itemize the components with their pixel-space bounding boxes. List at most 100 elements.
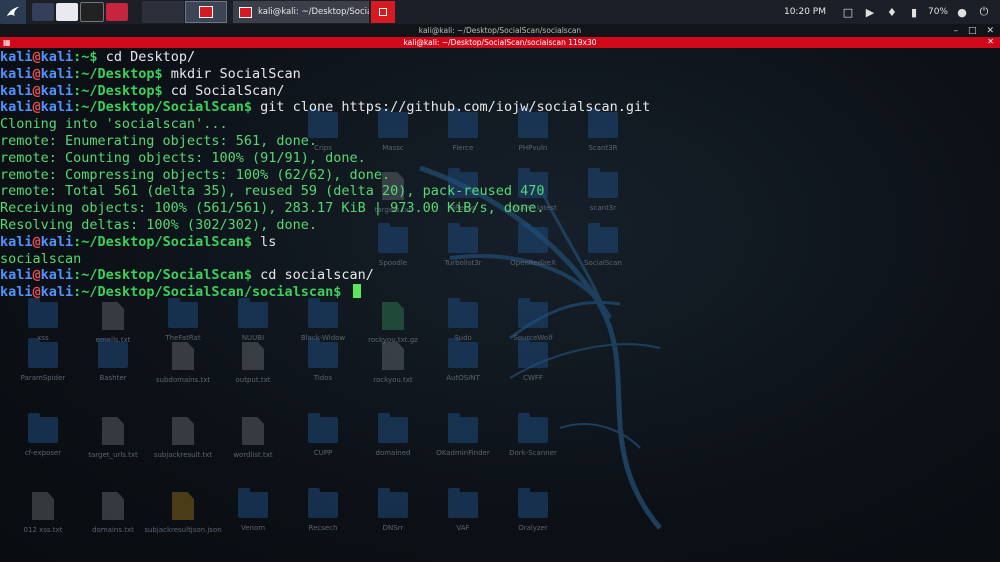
- workspace-2[interactable]: [185, 1, 227, 23]
- desktop-icon[interactable]: 012 xss.txt: [8, 488, 78, 548]
- command-text: mkdir SocialScan: [170, 65, 301, 82]
- terminal-prompt-line: kali@kali:~/Desktop$ mkdir SocialScan: [0, 66, 1000, 83]
- desktop-icon[interactable]: VAF: [428, 488, 498, 548]
- folder-icon: [308, 488, 338, 518]
- workspace-1[interactable]: [142, 1, 184, 23]
- desktop-icon[interactable]: subjackresult.txt: [148, 413, 218, 473]
- prompt-at: @: [32, 267, 41, 284]
- desktop-icon[interactable]: cf-exposer: [8, 413, 78, 473]
- close-icon[interactable]: ✕: [986, 26, 994, 36]
- desktop-icon-label: ParamSpider: [20, 374, 66, 382]
- desktop-icon-label: target_urls.txt: [88, 451, 138, 459]
- desktop-icon[interactable]: Dork-Scanner: [498, 413, 568, 473]
- folder-icon: [28, 298, 58, 328]
- file-icon: [382, 342, 404, 370]
- folder-icon: [518, 338, 548, 368]
- desktop-icon[interactable]: ParamSpider: [8, 338, 78, 398]
- kali-menu-button[interactable]: [0, 0, 26, 24]
- desktop-icon-label: cf-exposer: [24, 449, 62, 457]
- prompt-at: @: [32, 233, 41, 250]
- desktop-icon-label: wordlist.txt: [233, 451, 273, 459]
- taskbar-second-window[interactable]: [371, 1, 395, 23]
- file-icon: [172, 417, 194, 445]
- maximize-icon[interactable]: □: [968, 26, 977, 36]
- battery-icon[interactable]: ▮: [906, 4, 922, 20]
- prompt-host: kali: [40, 233, 74, 250]
- prompt-path: :~/Desktop$: [73, 82, 171, 99]
- prompt-at: @: [32, 65, 41, 82]
- terminal-output[interactable]: kali@kali:~$ cd Desktop/kali@kali:~/Desk…: [0, 49, 1000, 301]
- desktop-icon[interactable]: AutOSINT: [428, 338, 498, 398]
- command-text: cd Desktop/: [105, 49, 196, 65]
- desktop-icon-label: AutOSINT: [446, 374, 480, 382]
- prompt-at: @: [32, 82, 41, 99]
- desktop-icon[interactable]: OKadminFinder: [428, 413, 498, 473]
- prompt-user: kali: [0, 233, 33, 250]
- desktop-icon[interactable]: Venom: [218, 488, 288, 548]
- desktop-icon[interactable]: Bashter: [78, 338, 148, 398]
- desktop-icon-label: CUPP: [313, 449, 333, 457]
- screen-recorder-icon[interactable]: [106, 3, 128, 21]
- lock-icon[interactable]: ●: [954, 4, 970, 20]
- output-text: remote: Total 561 (delta 35), reused 59 …: [0, 183, 545, 200]
- terminal-output-line: Cloning into 'socialscan'...: [0, 116, 1000, 133]
- desktop-icon-label: Tidos: [313, 374, 333, 382]
- terminal-prompt-line: kali@kali:~/Desktop/SocialScan$ ls: [0, 234, 1000, 251]
- desktop-icon-label: subjackresult.txt: [153, 451, 213, 459]
- volume-icon[interactable]: ▶: [862, 4, 878, 20]
- command-text: cd socialscan/: [260, 267, 374, 284]
- desktop-icon-label: DNSrr: [382, 524, 404, 532]
- file-icon: [172, 342, 194, 370]
- top-panel: kali@kali: ~/Desktop/SocialScan 10:20 PM…: [0, 0, 1000, 25]
- notifications-bell-icon[interactable]: □: [840, 4, 856, 20]
- desktop-icon-label: subdomains.txt: [155, 376, 211, 384]
- terminal-output-line: Receiving objects: 100% (561/561), 283.1…: [0, 200, 1000, 217]
- taskbar-terminal-window[interactable]: kali@kali: ~/Desktop/SocialScan: [233, 1, 369, 23]
- desktop-icon[interactable]: Recsech: [288, 488, 358, 548]
- folder-icon: [98, 338, 128, 368]
- workspace-switcher: [142, 1, 227, 23]
- file-icon: [102, 492, 124, 520]
- desktop-icon-label: 012 xss.txt: [23, 526, 63, 534]
- prompt-path: :~$: [73, 49, 106, 65]
- terminal-title-bar[interactable]: kali@kali: ~/Desktop/SocialScan/socialsc…: [0, 24, 1000, 37]
- clock[interactable]: 10:20 PM: [784, 7, 826, 17]
- desktop-icon[interactable]: DNSrr: [358, 488, 428, 548]
- output-text: remote: Enumerating objects: 561, done.: [0, 132, 317, 149]
- desktop-icon-label: Recsech: [308, 524, 338, 532]
- desktop-icon-label: CWFF: [523, 374, 543, 382]
- desktop-icon-label: Bashter: [99, 374, 127, 382]
- prompt-path: :~/Desktop/SocialScan$: [73, 99, 261, 116]
- terminal-prompt-line: kali@kali:~/Desktop/SocialScan/socialsca…: [0, 284, 1000, 301]
- show-desktop-icon[interactable]: [32, 3, 54, 21]
- folder-icon: [308, 338, 338, 368]
- desktop-icon[interactable]: CUPP: [288, 413, 358, 473]
- terminal-prompt-line: kali@kali:~/Desktop/SocialScan$ git clon…: [0, 99, 1000, 116]
- prompt-user: kali: [0, 267, 33, 284]
- prompt-host: kali: [40, 284, 74, 301]
- terminal-launcher-icon[interactable]: [80, 2, 104, 22]
- minimize-icon[interactable]: –: [953, 26, 958, 36]
- desktop-icon[interactable]: wordlist.txt: [218, 413, 288, 473]
- desktop-icon[interactable]: subjackresultjson.json: [144, 488, 222, 548]
- terminal-output-line: remote: Counting objects: 100% (91/91), …: [0, 150, 1000, 167]
- tab-title: kali@kali: ~/Desktop/SocialScan/socialsc…: [403, 38, 597, 47]
- desktop-icon[interactable]: domains.txt: [78, 488, 148, 548]
- tab-close-icon[interactable]: ✕: [987, 37, 994, 46]
- prompt-host: kali: [40, 65, 74, 82]
- desktop-icon[interactable]: rockyou.txt: [358, 338, 428, 398]
- file-manager-icon[interactable]: [56, 3, 78, 21]
- folder-icon: [28, 413, 58, 443]
- power-icon[interactable]: ⏻: [976, 4, 992, 20]
- folder-icon: [518, 298, 548, 328]
- desktop-icon[interactable]: Oralyzer: [498, 488, 568, 548]
- notification-icon[interactable]: ♦: [884, 4, 900, 20]
- desktop-icon[interactable]: target_urls.txt: [78, 413, 148, 473]
- desktop-icon[interactable]: Tidos: [288, 338, 358, 398]
- desktop-icon[interactable]: CWFF: [498, 338, 568, 398]
- desktop-icon[interactable]: subdomains.txt: [148, 338, 218, 398]
- terminal-tab[interactable]: ▦ kali@kali: ~/Desktop/SocialScan/social…: [0, 37, 1000, 48]
- desktop-icon[interactable]: domained: [358, 413, 428, 473]
- desktop-icon[interactable]: output.txt: [218, 338, 288, 398]
- desktop-icon-label: Oralyzer: [518, 524, 548, 532]
